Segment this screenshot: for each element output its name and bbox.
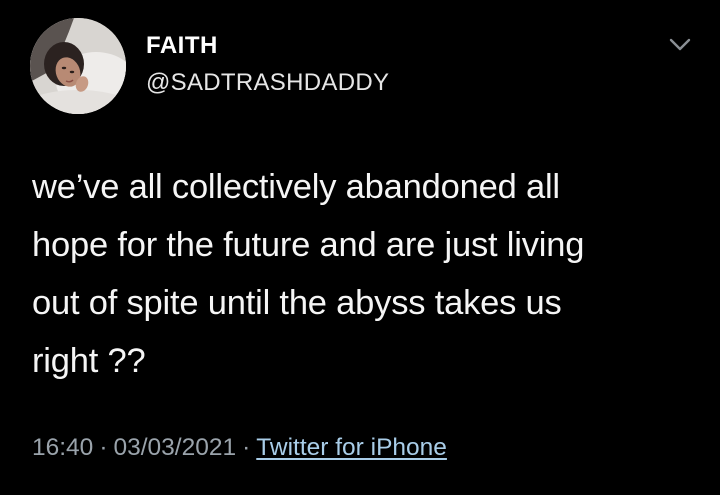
avatar[interactable] [30, 18, 126, 114]
chevron-down-icon[interactable] [668, 36, 692, 54]
tweet-card: FAITH @SADTRASHDADDY we’ve all collectiv… [0, 0, 720, 495]
tweet-date[interactable]: 03/03/2021 [113, 434, 236, 461]
tweet-source-link[interactable]: Twitter for iPhone [256, 434, 447, 461]
tweet-time[interactable]: 16:40 [32, 434, 93, 461]
tweet-meta: 16:40 · 03/03/2021 · Twitter for iPhone [32, 434, 447, 462]
meta-separator: · [242, 434, 251, 461]
tweet-text: we’ve all collectively abandoned all hop… [32, 168, 585, 380]
meta-separator: · [99, 434, 108, 461]
avatar-image [30, 18, 126, 114]
author-handle[interactable]: @SADTRASHDADDY [146, 69, 389, 97]
author-display-name[interactable]: FAITH [146, 32, 218, 60]
